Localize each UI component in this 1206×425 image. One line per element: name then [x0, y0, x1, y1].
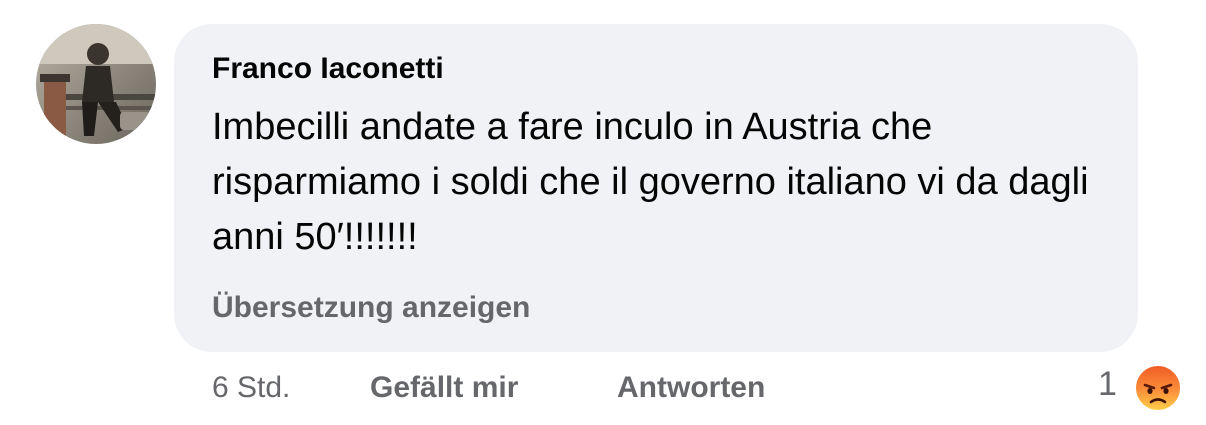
show-translation-link[interactable]: Übersetzung anzeigen	[212, 291, 530, 325]
comment-timestamp[interactable]: 6 Std.	[212, 371, 290, 405]
like-button[interactable]: Gefällt mir	[370, 371, 518, 405]
angry-reaction-icon[interactable]	[1133, 363, 1183, 413]
comment-author[interactable]: Franco Iaconetti	[212, 52, 444, 86]
profile-photo-icon	[36, 24, 156, 144]
avatar[interactable]	[36, 24, 156, 144]
reaction-count[interactable]: 1	[1098, 365, 1117, 404]
reply-button[interactable]: Antworten	[617, 371, 765, 405]
comment-text: Imbecilli andate a fare inculo in Austri…	[212, 106, 1089, 258]
